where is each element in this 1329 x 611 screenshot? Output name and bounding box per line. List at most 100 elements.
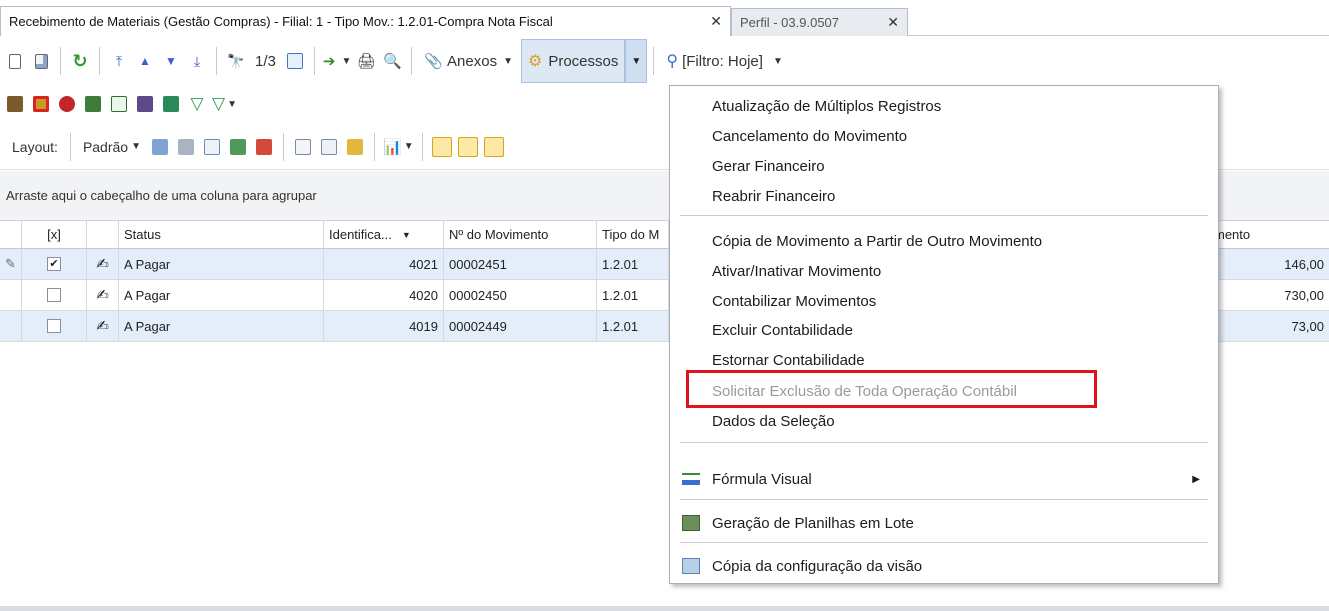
first-record-icon[interactable]: ⤒: [108, 46, 130, 76]
toolbar-separator: [411, 47, 413, 75]
view-mode-1-icon[interactable]: [431, 132, 453, 162]
status-cell: A Pagar: [119, 311, 324, 341]
previous-record-icon[interactable]: ▲: [134, 46, 156, 76]
layout-grid-icon[interactable]: [201, 132, 223, 162]
list-icon[interactable]: [160, 89, 182, 119]
export-excel-icon[interactable]: [344, 132, 366, 162]
id-cell: 4020: [324, 280, 444, 310]
row-checkbox[interactable]: [47, 319, 61, 333]
close-icon[interactable]: ✕: [710, 13, 722, 30]
column-header-checkbox[interactable]: [x]: [22, 221, 87, 248]
close-icon[interactable]: ✕: [887, 14, 899, 31]
menu-item-gerar-financeiro[interactable]: Gerar Financeiro: [670, 151, 1218, 181]
row-indicator: [0, 311, 22, 341]
status-icon: ✍: [87, 280, 119, 310]
movimento-cell: 00002450: [444, 280, 597, 310]
new-document-icon[interactable]: [4, 46, 26, 76]
processos-dropdown-button[interactable]: ▼: [625, 39, 648, 83]
view-mode-2-icon[interactable]: [457, 132, 479, 162]
column-header-identificador[interactable]: Identifica... ▼: [324, 221, 444, 248]
toolbar-separator: [283, 132, 284, 161]
sum-icon[interactable]: [318, 132, 340, 162]
padrao-dropdown[interactable]: Padrão ▼: [79, 132, 145, 162]
menu-item-label: Cópia da configuração da visão: [712, 557, 923, 575]
menu-item-dados-selecao[interactable]: Dados da Seleção: [670, 406, 1218, 436]
process-icon[interactable]: [4, 89, 26, 119]
paperclip-icon: 📎: [424, 53, 444, 70]
tipo-cell: 1.2.01: [597, 311, 669, 341]
refresh-icon[interactable]: ↻: [69, 46, 91, 76]
anexos-label: Anexos: [447, 52, 498, 70]
view-mode-3-icon[interactable]: [483, 132, 505, 162]
tab-recebimento-materiais[interactable]: Recebimento de Materiais (Gestão Compras…: [0, 6, 731, 36]
menu-separator: [680, 542, 1208, 543]
column-header-icon: [87, 221, 119, 248]
processos-menu: Atualização de Múltiplos Registros Cance…: [669, 85, 1219, 584]
chevron-down-icon: ▼: [772, 55, 783, 67]
cancel-process-icon[interactable]: [30, 89, 52, 119]
print-preview-icon[interactable]: 🔍: [381, 46, 403, 76]
menu-separator: [680, 499, 1208, 500]
filter-label: [Filtro: Hoje]: [682, 52, 763, 70]
menu-item-reabrir-financeiro[interactable]: Reabrir Financeiro: [670, 181, 1218, 211]
calendar-icon[interactable]: [284, 46, 306, 76]
copy-icon: [682, 558, 700, 574]
layout-copy-icon[interactable]: [175, 132, 197, 162]
calculate-icon[interactable]: [82, 89, 104, 119]
row-checkbox[interactable]: [47, 288, 61, 302]
movimento-cell: 00002451: [444, 249, 597, 279]
funnel-dropdown-icon[interactable]: ▽ ▼: [212, 89, 237, 119]
menu-item-copia-configuracao[interactable]: Cópia da configuração da visão: [670, 551, 1218, 581]
columns-icon[interactable]: [292, 132, 314, 162]
column-header-tipo[interactable]: Tipo do M: [597, 221, 669, 248]
org-chart-icon: [682, 473, 700, 485]
menu-item-atualizacao-multiplos[interactable]: Atualização de Múltiplos Registros: [670, 91, 1218, 121]
toolbar-separator: [99, 47, 100, 75]
toolbar-separator: [421, 132, 423, 161]
row-checkbox-cell: ✔: [22, 249, 87, 279]
workflow-icon[interactable]: [134, 89, 156, 119]
menu-item-copia-movimento[interactable]: Cópia de Movimento a Partir de Outro Mov…: [670, 226, 1218, 256]
menu-item-geracao-planilhas[interactable]: Geração de Planilhas em Lote: [670, 508, 1218, 538]
layout-export-icon[interactable]: [253, 132, 275, 162]
column-header-valor[interactable]: mento: [1209, 221, 1329, 248]
edit-pencil-icon: ✎: [0, 249, 22, 279]
menu-item-ativar-inativar[interactable]: Ativar/Inativar Movimento: [670, 256, 1218, 286]
processos-button[interactable]: ⚙ Processos: [520, 39, 626, 83]
menu-separator: [680, 442, 1208, 443]
tab-label: Perfil - 03.9.0507: [740, 15, 840, 30]
row-checkbox-cell: [22, 280, 87, 310]
sync-icon[interactable]: [56, 89, 78, 119]
chevron-down-icon: ▼: [631, 55, 642, 67]
funnel-icon[interactable]: ▽: [186, 89, 208, 119]
money-icon[interactable]: [108, 89, 130, 119]
chart-icon[interactable]: 📊 ▼: [383, 132, 414, 162]
save-layout-icon[interactable]: [149, 132, 171, 162]
tab-bar: Recebimento de Materiais (Gestão Compras…: [0, 0, 1329, 36]
layout-import-icon[interactable]: [227, 132, 249, 162]
row-checkbox[interactable]: ✔: [47, 257, 61, 271]
tab-label: Recebimento de Materiais (Gestão Compras…: [9, 14, 553, 29]
export-icon[interactable]: ➔ ▼: [323, 46, 351, 76]
spreadsheet-icon: [682, 515, 700, 531]
sort-arrow-icon: ▼: [401, 229, 411, 240]
column-header-movimento[interactable]: Nº do Movimento: [444, 221, 597, 248]
column-header-status[interactable]: Status: [119, 221, 324, 248]
valor-cell: 146,00: [1284, 256, 1324, 272]
tab-perfil[interactable]: Perfil - 03.9.0507 ✕: [731, 8, 908, 36]
menu-item-formula-visual[interactable]: Fórmula Visual ▶: [670, 464, 1218, 494]
column-header-label: Identifica...: [329, 227, 392, 242]
binoculars-icon[interactable]: 🔭: [225, 46, 247, 76]
next-record-icon[interactable]: ▼: [160, 46, 182, 76]
filter-button[interactable]: ⚲ [Filtro: Hoje] ▼: [662, 46, 786, 76]
gears-icon: ⚙: [527, 53, 543, 70]
anexos-button[interactable]: 📎 Anexos ▼: [420, 46, 517, 76]
toolbar-separator: [374, 132, 375, 161]
menu-item-cancelamento-movimento[interactable]: Cancelamento do Movimento: [670, 121, 1218, 151]
last-record-icon[interactable]: ⤓: [186, 46, 208, 76]
menu-item-excluir-contabilidade[interactable]: Excluir Contabilidade: [670, 315, 1218, 345]
main-toolbar: ↻ ⤒ ▲ ▼ ⤓ 🔭 1/3 ➔ ▼ 🖨 🔍 📎 Anexos ▼ ⚙ Process…: [0, 37, 1329, 85]
print-icon[interactable]: 🖨: [355, 46, 377, 76]
edit-document-icon[interactable]: [30, 46, 52, 76]
menu-item-contabilizar[interactable]: Contabilizar Movimentos: [670, 286, 1218, 316]
